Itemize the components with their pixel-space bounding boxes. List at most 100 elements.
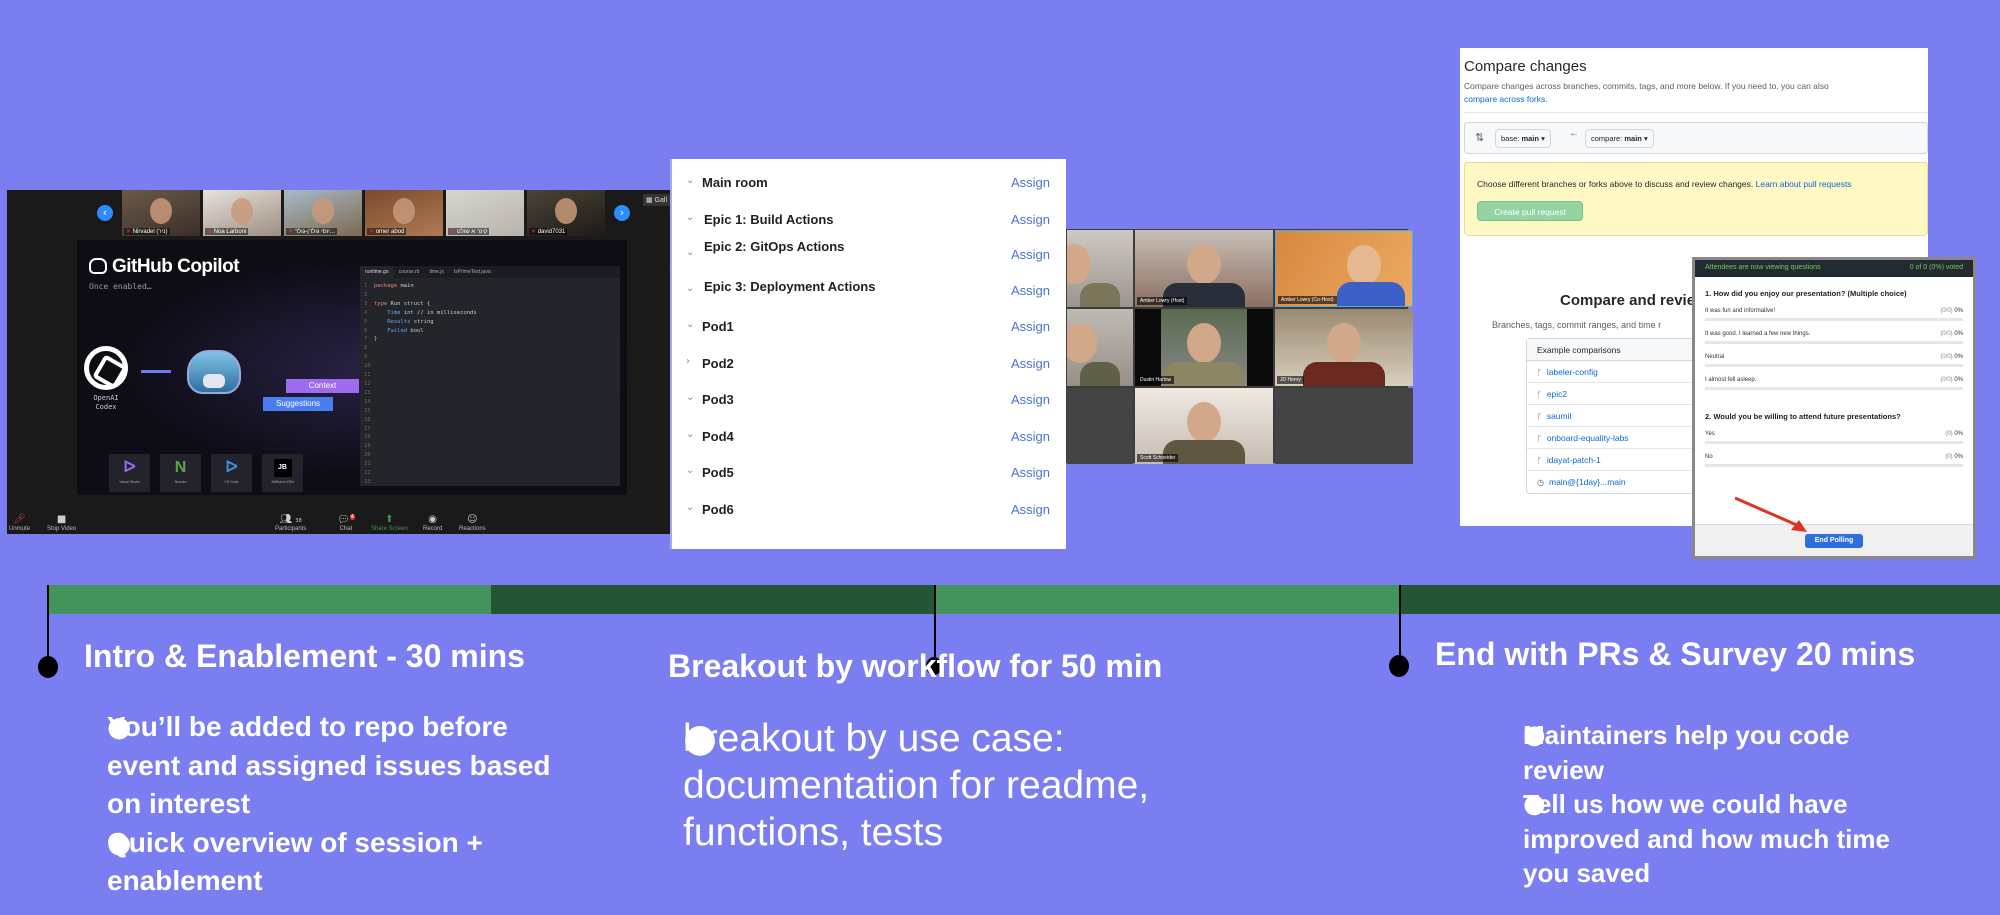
record-icon: ◉ <box>428 514 438 525</box>
caret-down-icon: ▾ <box>1643 134 1648 143</box>
breakout-room-row[interactable]: ⌄ Pod3 Assign <box>672 384 1066 414</box>
code-line: 9 <box>364 354 368 361</box>
chevron-down-icon[interactable]: ⌄ <box>686 502 694 513</box>
assign-button[interactable]: Assign <box>1011 465 1050 480</box>
poll-questions: 1. How did you enjoy our presentation? (… <box>1695 289 1973 467</box>
code-line: 22 <box>364 470 371 477</box>
compare-range-bar: ⇅ base: main ▾ ← compare: main ▾ <box>1464 122 1928 154</box>
participant-thumbnail: david7031 <box>527 190 605 236</box>
compare-branch-select[interactable]: compare: main ▾ <box>1585 129 1654 148</box>
code-line: 11 <box>364 372 371 379</box>
participants-icon: 👥︎ 38 <box>279 514 302 525</box>
reactions-button[interactable]: ☺ Reactions <box>459 514 486 532</box>
assign-button[interactable]: Assign <box>1011 356 1050 371</box>
chevron-left-icon[interactable]: ‹ <box>97 205 113 221</box>
compare-arrows-icon: ⇅ <box>1475 131 1485 144</box>
tab-isprimetest-java[interactable]: IsPrimeTest.java <box>449 266 496 278</box>
participant-name: JD Henry <box>1277 376 1304 384</box>
poll-option-result: (0/0) 0% <box>1940 377 1963 383</box>
poll-vote-count: 0 of 0 (0%) voted <box>1909 264 1963 271</box>
poll-option-label: It was fun and informative! <box>1705 308 1776 314</box>
phase-bullets: Maintainers help you code review Tell us… <box>1455 718 1935 891</box>
participant-thumbnail: Noa Larboni <box>203 190 281 236</box>
ide-tile: ᐅ VS Code <box>211 454 252 492</box>
poll-question: 2. Would you be willing to attend future… <box>1705 412 1901 421</box>
poll-result-bar <box>1705 341 1963 344</box>
assign-button[interactable]: Assign <box>1011 247 1050 262</box>
learn-pull-requests-link[interactable]: Learn about pull requests <box>1756 179 1852 189</box>
assign-button[interactable]: Assign <box>1011 319 1050 334</box>
poll-option-label: I almost fell asleep. <box>1705 377 1757 383</box>
unmute-button[interactable]: 🎤︎ Unmute <box>9 514 30 532</box>
stop-video-button[interactable]: ■ Stop Video <box>47 514 76 532</box>
chevron-down-icon[interactable]: ⌄ <box>686 465 694 476</box>
arrow-left-icon: ← <box>1569 128 1579 139</box>
code-line: 19 <box>364 443 371 450</box>
timeline-dot <box>1389 655 1409 677</box>
chevron-right-icon[interactable]: › <box>614 205 630 221</box>
visual-studio-icon: ᐅ <box>123 459 136 476</box>
breakout-room-row[interactable]: ⌄ Epic 1: Build Actions Assign <box>672 204 1066 234</box>
base-branch-select[interactable]: base: main ▾ <box>1495 129 1551 148</box>
assign-button[interactable]: Assign <box>1011 429 1050 444</box>
assign-button[interactable]: Assign <box>1011 283 1050 298</box>
bidirectional-arrow-icon <box>141 370 171 373</box>
create-pull-request-button[interactable]: Create pull request <box>1477 201 1583 221</box>
timeline-segment <box>1399 585 2000 614</box>
video-tile-empty <box>1275 388 1413 464</box>
breakout-room-row[interactable]: ⌄ Main room Assign <box>672 167 1066 197</box>
section-subtitle: Branches, tags, commit ranges, and time … <box>1492 320 1662 330</box>
record-button[interactable]: ◉ Record <box>423 514 442 532</box>
tab-runtime-go[interactable]: runtime.go <box>360 266 394 278</box>
poll-option: Neutral (0/0) 0% <box>1695 354 1973 367</box>
breakout-room-row[interactable]: › Pod2 Assign <box>672 348 1066 378</box>
tab-course-rb[interactable]: course.rb <box>394 266 425 278</box>
chevron-right-icon[interactable]: › <box>686 356 690 367</box>
timeline-marker-line <box>1399 585 1401 665</box>
openai-logo-icon <box>84 346 128 390</box>
zoom-toolbar: 🎤︎ Unmute ■ Stop Video 👥︎ 38 Participants 💬… <box>7 500 670 534</box>
chevron-down-icon[interactable]: ⌄ <box>686 175 694 186</box>
context-label: Context <box>286 379 359 393</box>
assign-button[interactable]: Assign <box>1011 212 1050 227</box>
code-line: 18 <box>364 434 371 441</box>
breakout-room-row[interactable]: ⌄ Pod5 Assign <box>672 457 1066 487</box>
assign-button[interactable]: Assign <box>1011 175 1050 190</box>
chevron-down-icon[interactable]: ⌄ <box>686 212 694 223</box>
end-polling-button[interactable]: End Polling <box>1805 534 1863 548</box>
compare-forks-link[interactable]: compare across forks. <box>1464 94 1548 104</box>
openai-codex: OpenAI Codex <box>79 346 133 412</box>
breakout-room-row[interactable]: ⌄ Pod4 Assign <box>672 421 1066 451</box>
phase-title: End with PRs & Survey 20 mins <box>1435 636 1916 672</box>
share-screen-button[interactable]: ⬆ Share Screen <box>371 514 408 532</box>
chat-button[interactable]: 💬︎4 Chat <box>337 514 355 532</box>
chevron-down-icon[interactable]: ⌄ <box>686 429 694 440</box>
breakout-room-row[interactable]: ⌄ Pod1 Assign <box>672 311 1066 341</box>
timeline-dot <box>38 656 58 678</box>
bullet-item: Quick overview of session + enablement <box>40 824 560 901</box>
zoom-poll-window: Attendees are now viewing questions 0 of … <box>1692 257 1976 559</box>
bullet-item: You’ll be added to repo before event and… <box>40 708 560 824</box>
participant-name: Scott Schneider <box>1137 454 1179 462</box>
code-line: 15 <box>364 407 371 414</box>
participant-name: omer abod <box>367 228 407 235</box>
chevron-down-icon[interactable]: ⌄ <box>686 247 694 258</box>
code-line: 13 <box>364 389 371 396</box>
breakout-room-row[interactable]: ⌄ Epic 2: GitOps Actions Assign <box>672 235 1066 265</box>
jetbrains-icon: JB <box>273 459 292 477</box>
chevron-down-icon[interactable]: ⌄ <box>686 319 694 330</box>
chevron-down-icon[interactable]: ⌄ <box>686 283 694 294</box>
breakout-room-row[interactable]: ⌄ Pod6 Assign <box>672 494 1066 524</box>
breakout-room-row[interactable]: ⌄ Epic 3: Deployment Actions Assign <box>672 273 1066 303</box>
chevron-down-icon[interactable]: ⌄ <box>686 392 694 403</box>
phase-bullets: breakout by use case: documentation for … <box>610 715 1190 856</box>
page-description: Compare changes across branches, commits… <box>1464 81 1829 104</box>
shared-slide: GitHub Copilot Once enabled… OpenAI Codex… <box>77 240 627 495</box>
code-line: 6 Failed bool <box>364 327 424 334</box>
video-gallery-grid: Amber Lowry (Host) Amber Lowry (Co-Host)… <box>1066 229 1413 464</box>
assign-button[interactable]: Assign <box>1011 502 1050 517</box>
participants-button[interactable]: 👥︎ 38 Participants <box>275 514 306 532</box>
assign-button[interactable]: Assign <box>1011 392 1050 407</box>
tab-time-js[interactable]: time.js <box>424 266 448 278</box>
bullet-item: Maintainers help you code review <box>1455 718 1935 787</box>
